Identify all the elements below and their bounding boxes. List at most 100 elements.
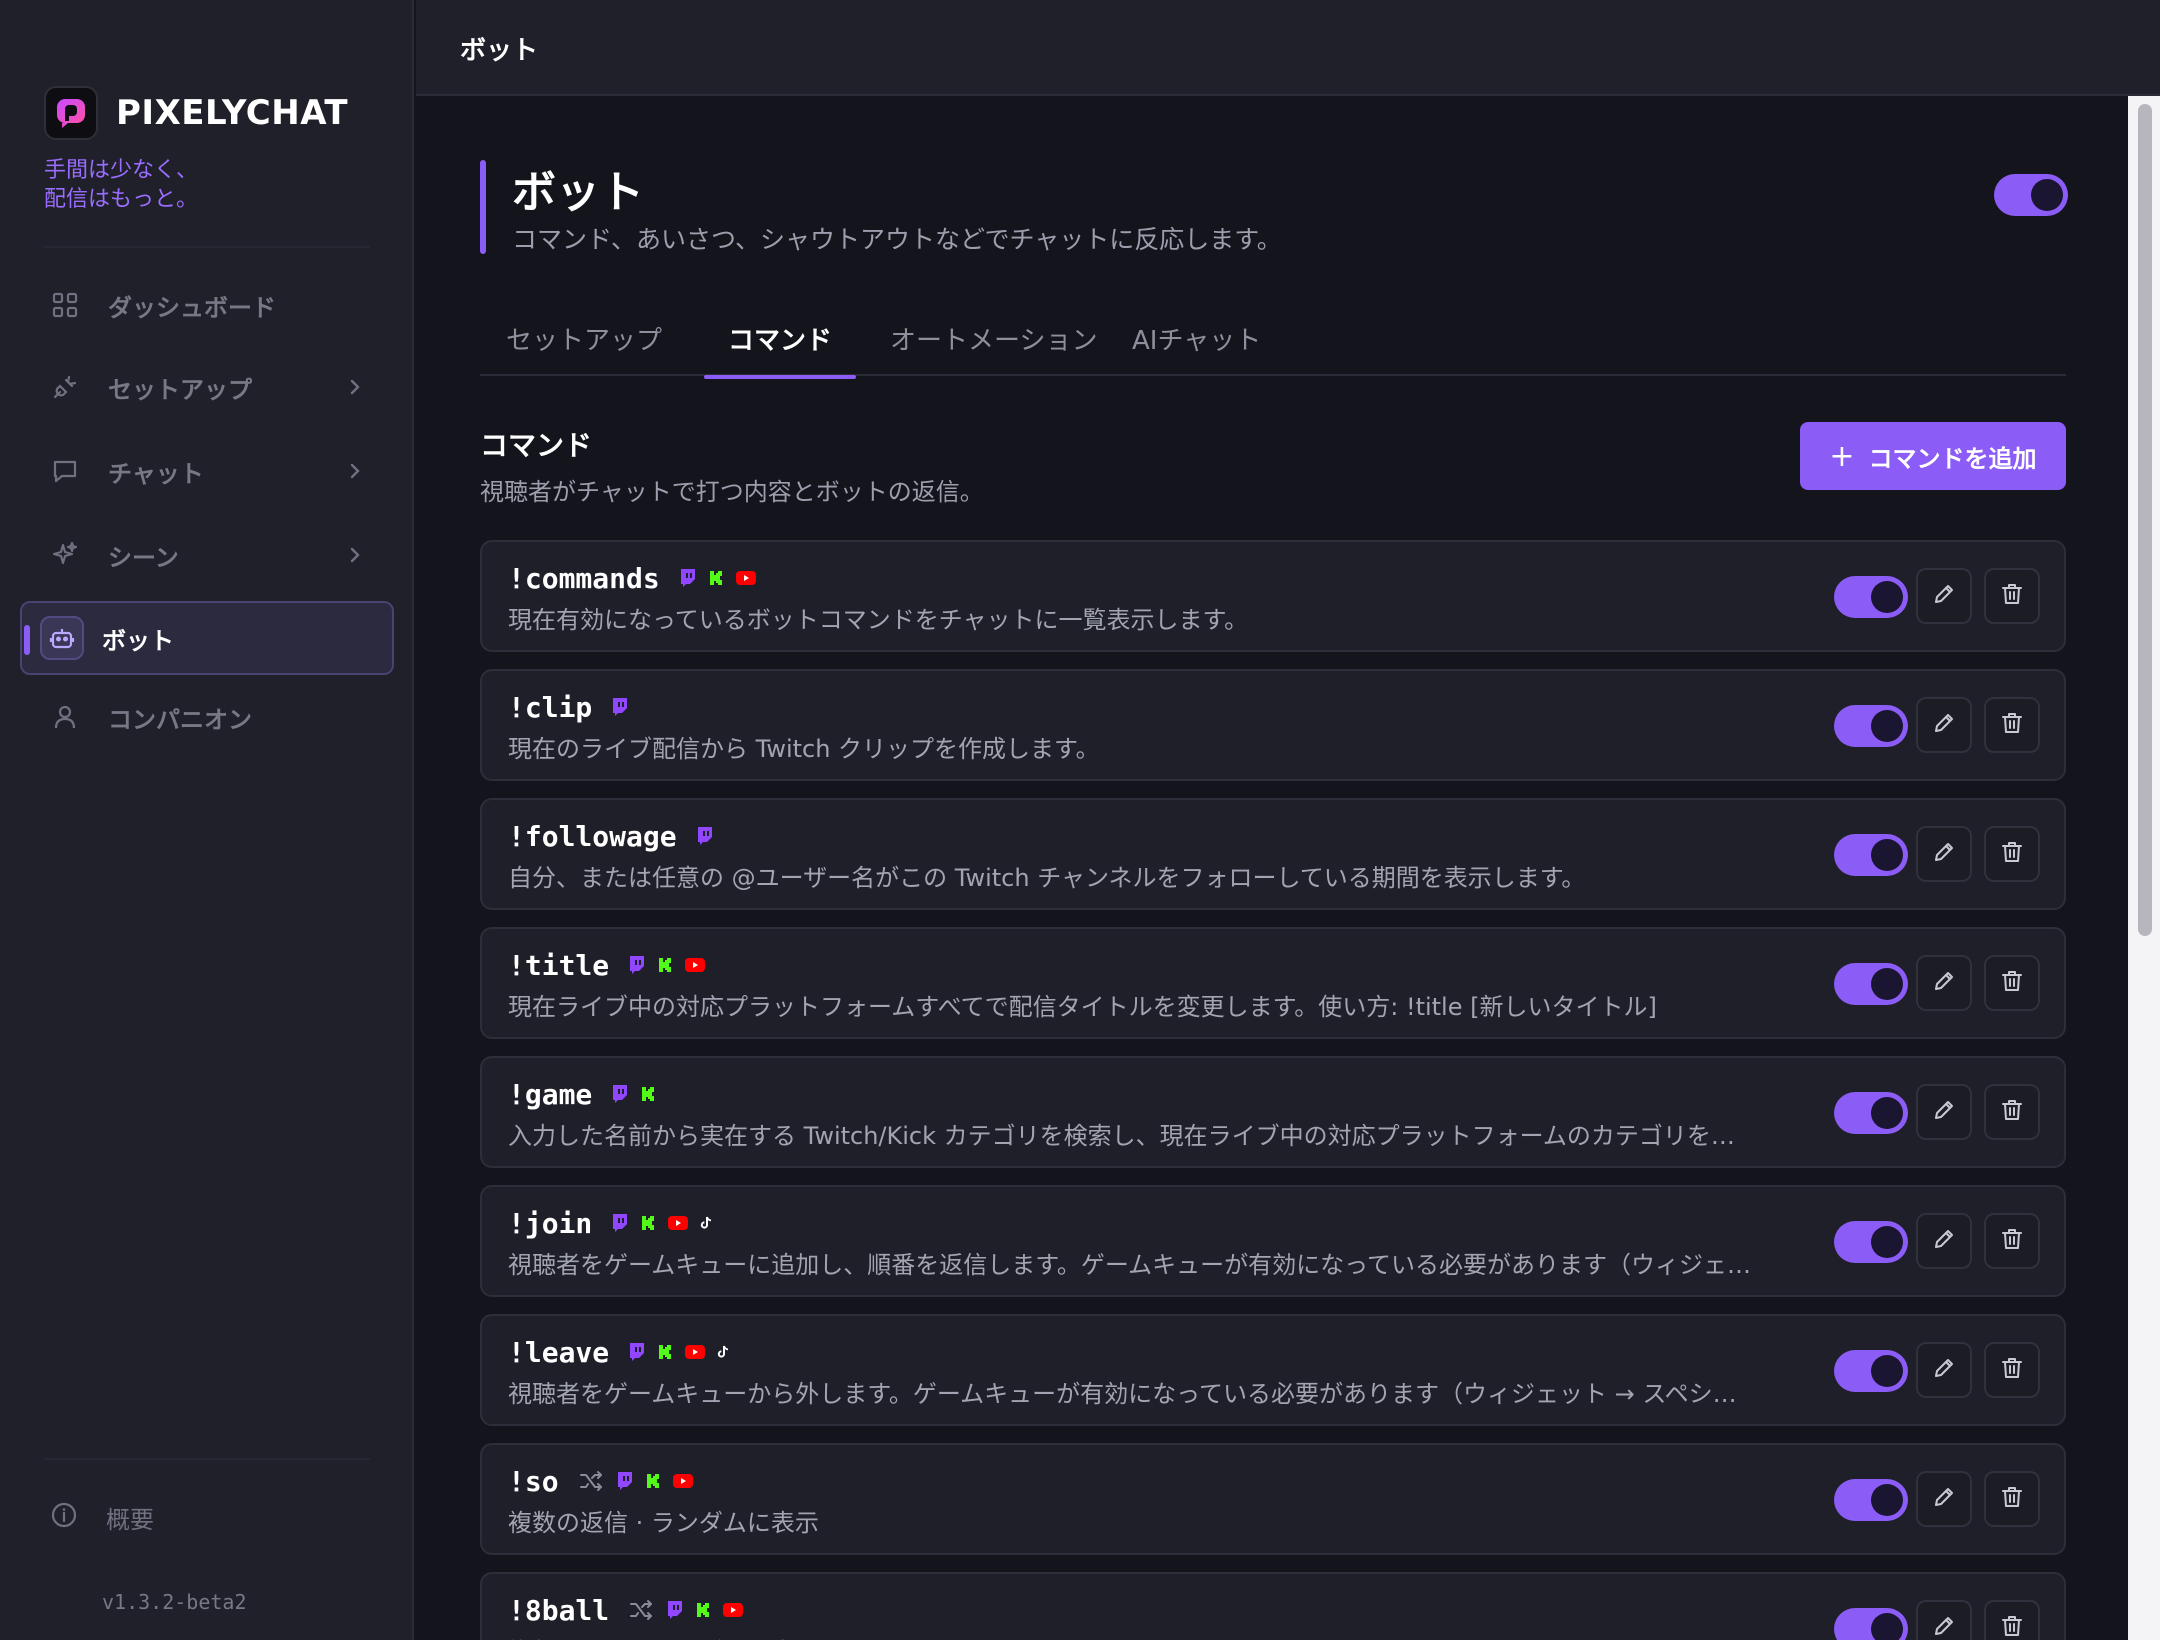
command-card[interactable]: !8ball 複数の返信 · ランダムに表示 [480, 1572, 2066, 1640]
kick-icon [640, 1086, 656, 1102]
edit-command-button[interactable] [1916, 1600, 1972, 1640]
delete-command-button[interactable] [1984, 1213, 2040, 1269]
delete-command-button[interactable] [1984, 1600, 2040, 1640]
sidebar-item-label: ボット [102, 626, 174, 655]
user-icon [50, 702, 80, 732]
delete-command-button[interactable] [1984, 568, 2040, 624]
command-enabled-toggle[interactable] [1834, 1350, 1908, 1392]
command-card[interactable]: !join 視聴者をゲームキューに追加し、順番を返信します。ゲームキューが有効に… [480, 1185, 2066, 1297]
edit-command-button[interactable] [1916, 955, 1972, 1011]
trash-icon [2000, 840, 2024, 868]
command-name-row: !clip [508, 689, 640, 725]
trash-icon [2000, 1356, 2024, 1384]
tiktok-icon [717, 1345, 729, 1359]
edit-command-button[interactable] [1916, 1342, 1972, 1398]
delete-command-button[interactable] [1984, 955, 2040, 1011]
trash-icon [2000, 711, 2024, 739]
bot-enabled-toggle[interactable] [1994, 174, 2068, 216]
pencil-icon [1932, 969, 1956, 997]
command-name: !so [508, 1464, 559, 1498]
command-enabled-toggle[interactable] [1834, 963, 1908, 1005]
sidebar-divider [44, 1458, 370, 1460]
command-description: 現在ライブ中の対応プラットフォームすべてで配信タイトルを変更します。使い方: !… [508, 993, 1657, 1021]
sidebar-item-scenes[interactable]: シーン [20, 518, 394, 592]
twitch-icon [617, 1472, 633, 1490]
command-name: !followage [508, 819, 677, 853]
plus-icon: + [1829, 438, 1855, 474]
sidebar-item-dashboard[interactable]: ダッシュボード [20, 268, 394, 342]
sidebar-item-companion[interactable]: コンパニオン [20, 680, 394, 754]
command-enabled-toggle[interactable] [1834, 576, 1908, 618]
tagline-line-2: 配信はもっと。 [44, 187, 199, 212]
command-enabled-toggle[interactable] [1834, 1092, 1908, 1134]
delete-command-button[interactable] [1984, 1084, 2040, 1140]
command-enabled-toggle[interactable] [1834, 1479, 1908, 1521]
command-enabled-toggle[interactable] [1834, 834, 1908, 876]
toggle-switch[interactable] [1994, 174, 2068, 216]
kick-icon [645, 1473, 661, 1489]
edit-command-button[interactable] [1916, 1471, 1972, 1527]
command-enabled-toggle[interactable] [1834, 1608, 1908, 1640]
tab-setup[interactable]: セットアップ [506, 320, 662, 376]
command-name: !game [508, 1077, 593, 1111]
command-card[interactable]: !clip 現在のライブ配信から Twitch クリップを作成します。 [480, 669, 2066, 781]
scrollbar[interactable] [2128, 96, 2160, 1640]
command-card[interactable]: !game 入力した名前から実在する Twitch/Kick カテゴリを検索し、… [480, 1056, 2066, 1168]
page-title: ボット [512, 167, 644, 218]
sidebar-item-label: セットアップ [108, 375, 252, 404]
youtube-icon [685, 958, 706, 972]
scrollbar-thumb[interactable] [2138, 104, 2152, 936]
kick-icon [657, 957, 673, 973]
command-name-row: !title [508, 947, 717, 983]
tab-automation[interactable]: オートメーション [890, 320, 1097, 376]
tab-commands[interactable]: コマンド [703, 320, 857, 379]
delete-command-button[interactable] [1984, 826, 2040, 882]
command-enabled-toggle[interactable] [1834, 705, 1908, 747]
add-command-button[interactable]: + コマンドを追加 [1800, 422, 2066, 490]
kick-icon [708, 570, 724, 586]
youtube-icon [685, 1345, 706, 1359]
sidebar-item-bot[interactable]: ボット [20, 601, 394, 675]
sparkle-icon [50, 540, 80, 570]
command-enabled-toggle[interactable] [1834, 1221, 1908, 1263]
tab-ai-chat[interactable]: AIチャット [1132, 320, 1261, 376]
command-name-row: !join [508, 1205, 724, 1241]
command-card[interactable]: !title 現在ライブ中の対応プラットフォームすべてで配信タイトルを変更します… [480, 927, 2066, 1039]
sidebar-item-setup[interactable]: セットアップ [20, 350, 394, 424]
sidebar-item-chat[interactable]: チャット [20, 434, 394, 508]
brand-name: PIXELYCHAT [116, 93, 349, 133]
edit-command-button[interactable] [1916, 697, 1972, 753]
pencil-icon [1932, 711, 1956, 739]
command-name: !title [508, 948, 610, 982]
plug-icon [50, 372, 80, 402]
brand[interactable]: PIXELYCHAT [44, 86, 348, 140]
trash-icon [2000, 969, 2024, 997]
delete-command-button[interactable] [1984, 697, 2040, 753]
edit-command-button[interactable] [1916, 568, 1972, 624]
kick-icon [640, 1215, 656, 1231]
chat-bubble-icon [50, 456, 80, 486]
topbar-title: ボット [460, 36, 539, 66]
command-card[interactable]: !commands 現在有効になっているボットコマンドをチャットに一覧表示します… [480, 540, 2066, 652]
sidebar-item-about[interactable]: 概要 [50, 1500, 154, 1535]
twitch-icon [629, 956, 645, 974]
command-name: !commands [508, 561, 660, 595]
pencil-icon [1932, 1227, 1956, 1255]
command-card[interactable]: !leave 視聴者をゲームキューから外します。ゲームキューが有効になっている必… [480, 1314, 2066, 1426]
command-name: !leave [508, 1335, 610, 1369]
twitch-icon [697, 827, 713, 845]
delete-command-button[interactable] [1984, 1342, 2040, 1398]
trash-icon [2000, 1614, 2024, 1640]
tagline: 手間は少なく、 配信はもっと。 [44, 156, 198, 214]
edit-command-button[interactable] [1916, 1213, 1972, 1269]
section-description: 視聴者がチャットで打つ内容とボットの返信。 [480, 478, 984, 506]
page-subtitle: コマンド、あいさつ、シャウトアウトなどでチャットに反応します。 [512, 225, 1282, 254]
edit-command-button[interactable] [1916, 826, 1972, 882]
sidebar-item-label: チャット [108, 459, 204, 488]
delete-command-button[interactable] [1984, 1471, 2040, 1527]
command-card[interactable]: !so 複数の返信 · ランダムに表示 [480, 1443, 2066, 1555]
twitch-icon [667, 1601, 683, 1619]
trash-icon [2000, 1227, 2024, 1255]
command-card[interactable]: !followage 自分、または任意の @ユーザー名がこの Twitch チャ… [480, 798, 2066, 910]
edit-command-button[interactable] [1916, 1084, 1972, 1140]
